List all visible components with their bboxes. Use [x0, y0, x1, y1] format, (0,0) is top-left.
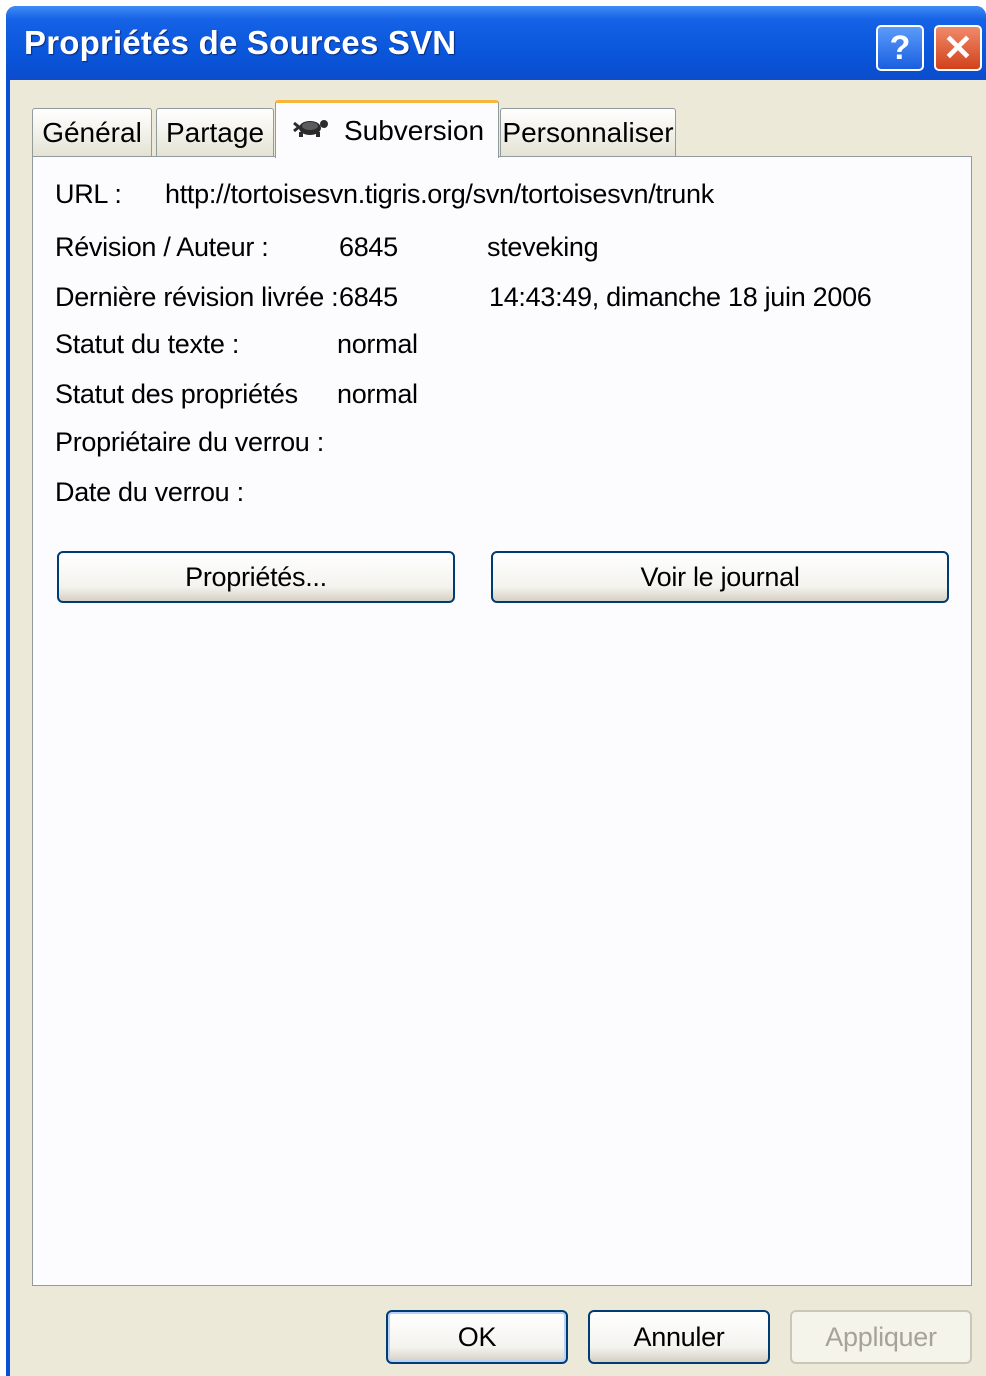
title-bar[interactable]: Propriétés de Sources SVN ? ✕	[6, 6, 986, 80]
last-commit-date: 14:43:49, dimanche 18 juin 2006	[489, 282, 872, 312]
tab-subversion[interactable]: Subversion	[275, 100, 499, 158]
lock-owner-label: Propriétaire du verrou :	[55, 427, 324, 457]
last-commit-revision: 6845	[339, 282, 398, 312]
properties-window: Propriétés de Sources SVN ? ✕ Général Pa…	[6, 6, 986, 1376]
tab-general[interactable]: Général	[32, 108, 152, 156]
dialog-body: Général Partage Subversion Personnaliser	[10, 80, 986, 1376]
url-label: URL :	[55, 179, 122, 209]
prop-status-value: normal	[337, 379, 418, 409]
show-log-button[interactable]: Voir le journal	[491, 551, 949, 603]
tab-subversion-label: Subversion	[343, 114, 485, 146]
last-commit-label: Dernière révision livrée :	[55, 282, 339, 312]
subversion-panel: URL : http://tortoisesvn.tigris.org/svn/…	[32, 156, 972, 1286]
properties-button[interactable]: Propriétés...	[57, 551, 455, 603]
revision-value: 6845	[339, 232, 398, 262]
author-value: steveking	[487, 232, 599, 262]
text-status-value: normal	[337, 329, 418, 359]
text-status-label: Statut du texte :	[55, 329, 240, 359]
revision-author-label: Révision / Auteur :	[55, 232, 269, 262]
ok-button[interactable]: OK	[386, 1310, 568, 1364]
close-button[interactable]: ✕	[934, 25, 982, 71]
prop-status-label: Statut des propriétés	[55, 379, 298, 409]
lock-date-label: Date du verrou :	[55, 477, 244, 507]
tortoise-icon	[290, 115, 330, 146]
apply-button[interactable]: Appliquer	[790, 1310, 972, 1364]
cancel-button[interactable]: Annuler	[588, 1310, 770, 1364]
help-button[interactable]: ?	[876, 25, 924, 71]
window-title: Propriétés de Sources SVN	[24, 24, 457, 61]
tab-customize[interactable]: Personnaliser	[500, 108, 676, 156]
tab-sharing[interactable]: Partage	[156, 108, 274, 156]
url-value: http://tortoisesvn.tigris.org/svn/tortoi…	[165, 179, 714, 209]
